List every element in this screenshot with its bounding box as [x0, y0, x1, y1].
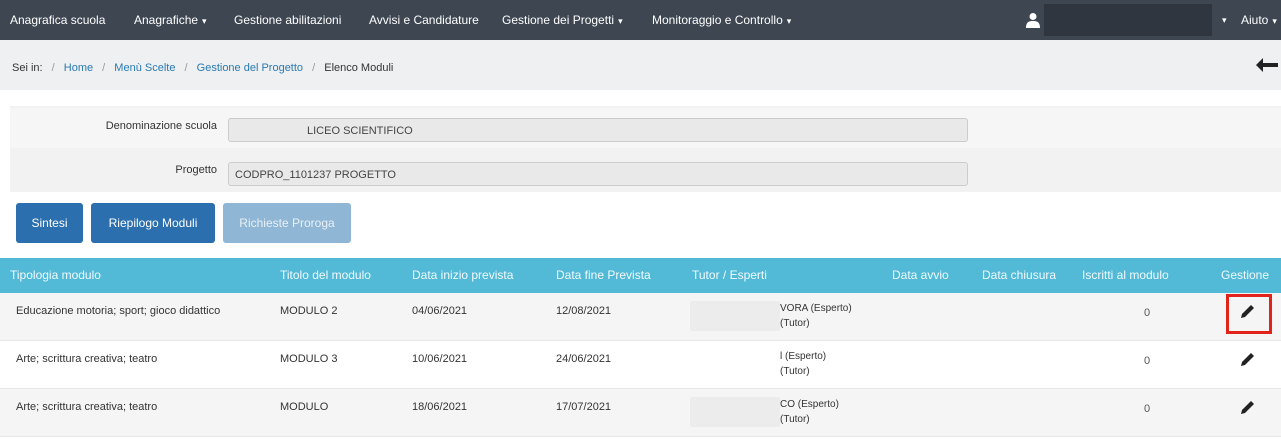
caret-down-icon: ▾	[1272, 16, 1277, 26]
nav-item-anagrafiche[interactable]: Anagrafiche ▾	[134, 0, 207, 40]
cell-tutor-tutor: (Tutor)	[780, 366, 810, 377]
nav-item-aiuto[interactable]: Aiuto ▾	[1241, 0, 1277, 40]
nav-item-label: Avvisi e Candidature	[369, 13, 479, 27]
nav-item-label: Gestione dei Progetti	[502, 13, 615, 27]
caret-down-icon: ▾	[202, 16, 207, 26]
cell-data-fine: 24/06/2021	[556, 353, 612, 365]
table-row: Arte; scrittura creativa; teatro MODULO …	[0, 389, 1281, 437]
edit-pencil-icon[interactable]	[1238, 399, 1256, 417]
breadcrumb-current: Elenco Moduli	[324, 62, 394, 74]
nav-item-label: Monitoraggio e Controllo	[652, 13, 783, 27]
breadcrumb: Sei in: / Home / Menù Scelte / Gestione …	[12, 40, 393, 96]
cell-titolo: MODULO 2	[280, 305, 338, 317]
edit-highlight-box	[1226, 294, 1272, 334]
cell-iscritti: 0	[1144, 403, 1151, 415]
user-menu-caret-icon[interactable]: ▾	[1222, 0, 1227, 40]
cell-tutor-esperto: VORA (Esperto)	[780, 303, 852, 314]
edit-pencil-icon[interactable]	[1238, 351, 1256, 369]
nav-item-label: Anagrafica scuola	[10, 13, 106, 27]
nav-item-gestione-progetti[interactable]: Gestione dei Progetti ▾	[502, 0, 623, 40]
nav-item-gestione-abilitazioni[interactable]: Gestione abilitazioni	[234, 0, 341, 40]
tutor-name-redacted	[690, 301, 780, 331]
cell-data-inizio: 18/06/2021	[412, 401, 468, 413]
top-navbar: Anagrafica scuola Anagrafiche ▾ Gestione …	[0, 0, 1281, 40]
column-header-tipologia[interactable]: Tipologia modulo	[10, 258, 101, 293]
tutor-name-redacted	[690, 397, 780, 427]
column-header-data-chiusura[interactable]: Data chiusura	[982, 258, 1056, 293]
project-field: CODPRO_1101237 PROGETTO	[228, 162, 968, 186]
riepilogo-moduli-button[interactable]: Riepilogo Moduli	[91, 203, 215, 243]
back-arrow-icon[interactable]	[1256, 58, 1278, 72]
modules-table-header: Tipologia modulo Titolo del modulo Data …	[0, 258, 1281, 293]
project-value: CODPRO_1101237 PROGETTO	[235, 169, 396, 181]
column-header-data-fine[interactable]: Data fine Prevista	[556, 258, 651, 293]
column-header-data-avvio[interactable]: Data avvio	[892, 258, 949, 293]
cell-iscritti: 0	[1144, 307, 1151, 319]
caret-down-icon: ▾	[786, 16, 792, 26]
table-row: Arte; scrittura creativa; teatro MODULO …	[0, 341, 1281, 389]
cell-tutor-esperto: l (Esperto)	[780, 351, 827, 362]
school-row: Denominazione scuola LICEO SCIENTIFICO	[10, 108, 1281, 148]
user-name-redacted[interactable]	[1044, 4, 1212, 36]
cell-tutor-tutor: (Tutor)	[780, 318, 810, 329]
breadcrumb-bar: Sei in: / Home / Menù Scelte / Gestione …	[0, 40, 1281, 90]
column-header-iscritti[interactable]: Iscritti al modulo	[1082, 258, 1169, 293]
cell-tipologia: Educazione motoria; sport; gioco didatti…	[16, 305, 221, 317]
tutor-name-redacted	[690, 349, 780, 379]
column-header-data-inizio[interactable]: Data inizio prevista	[412, 258, 513, 293]
column-header-gestione[interactable]: Gestione	[1221, 258, 1269, 293]
cell-titolo: MODULO	[280, 401, 329, 413]
cell-data-fine: 12/08/2021	[556, 305, 612, 317]
cell-iscritti: 0	[1144, 355, 1151, 367]
cell-data-fine: 17/07/2021	[556, 401, 612, 413]
breadcrumb-separator: /	[184, 62, 188, 74]
cell-titolo: MODULO 3	[280, 353, 338, 365]
cell-data-inizio: 10/06/2021	[412, 353, 468, 365]
school-field: LICEO SCIENTIFICO	[228, 118, 968, 142]
column-header-tutor-esperti[interactable]: Tutor / Esperti	[692, 258, 767, 293]
breadcrumb-separator: /	[102, 62, 106, 74]
cell-tutor-tutor: (Tutor)	[780, 414, 810, 425]
breadcrumb-prefix: Sei in:	[12, 62, 43, 74]
breadcrumb-link-gestione-progetto[interactable]: Gestione del Progetto	[197, 62, 303, 74]
project-row: Progetto CODPRO_1101237 PROGETTO	[10, 152, 1281, 192]
user-icon[interactable]	[1026, 12, 1040, 28]
school-value: LICEO SCIENTIFICO	[307, 125, 413, 137]
table-row: Educazione motoria; sport; gioco didatti…	[0, 293, 1281, 341]
nav-item-avvisi-candidature[interactable]: Avvisi e Candidature	[369, 0, 479, 40]
project-label: Progetto	[175, 164, 217, 176]
school-label: Denominazione scuola	[105, 120, 217, 132]
nav-item-label: Gestione abilitazioni	[234, 13, 342, 27]
nav-item-label: Anagrafiche	[134, 13, 199, 27]
cell-tipologia: Arte; scrittura creativa; teatro	[16, 401, 158, 413]
breadcrumb-separator: /	[312, 62, 316, 74]
breadcrumb-link-home[interactable]: Home	[64, 62, 93, 74]
nav-item-anagrafica-scuola[interactable]: Anagrafica scuola	[10, 0, 105, 40]
caret-down-icon: ▾	[618, 16, 623, 26]
project-info-panel: Denominazione scuola LICEO SCIENTIFICO P…	[10, 106, 1281, 192]
nav-item-label: Aiuto	[1241, 13, 1269, 27]
sintesi-button[interactable]: Sintesi	[16, 203, 83, 243]
cell-tipologia: Arte; scrittura creativa; teatro	[16, 353, 158, 365]
cell-tutor-esperto: CO (Esperto)	[780, 399, 839, 410]
cell-data-inizio: 04/06/2021	[412, 305, 468, 317]
column-header-titolo[interactable]: Titolo del modulo	[280, 258, 371, 293]
richieste-proroga-button[interactable]: Richieste Proroga	[223, 203, 351, 243]
nav-item-monitoraggio-controllo[interactable]: Monitoraggio e Controllo ▾	[652, 0, 791, 40]
breadcrumb-link-menu-scelte[interactable]: Menù Scelte	[114, 62, 175, 74]
breadcrumb-separator: /	[51, 62, 55, 74]
